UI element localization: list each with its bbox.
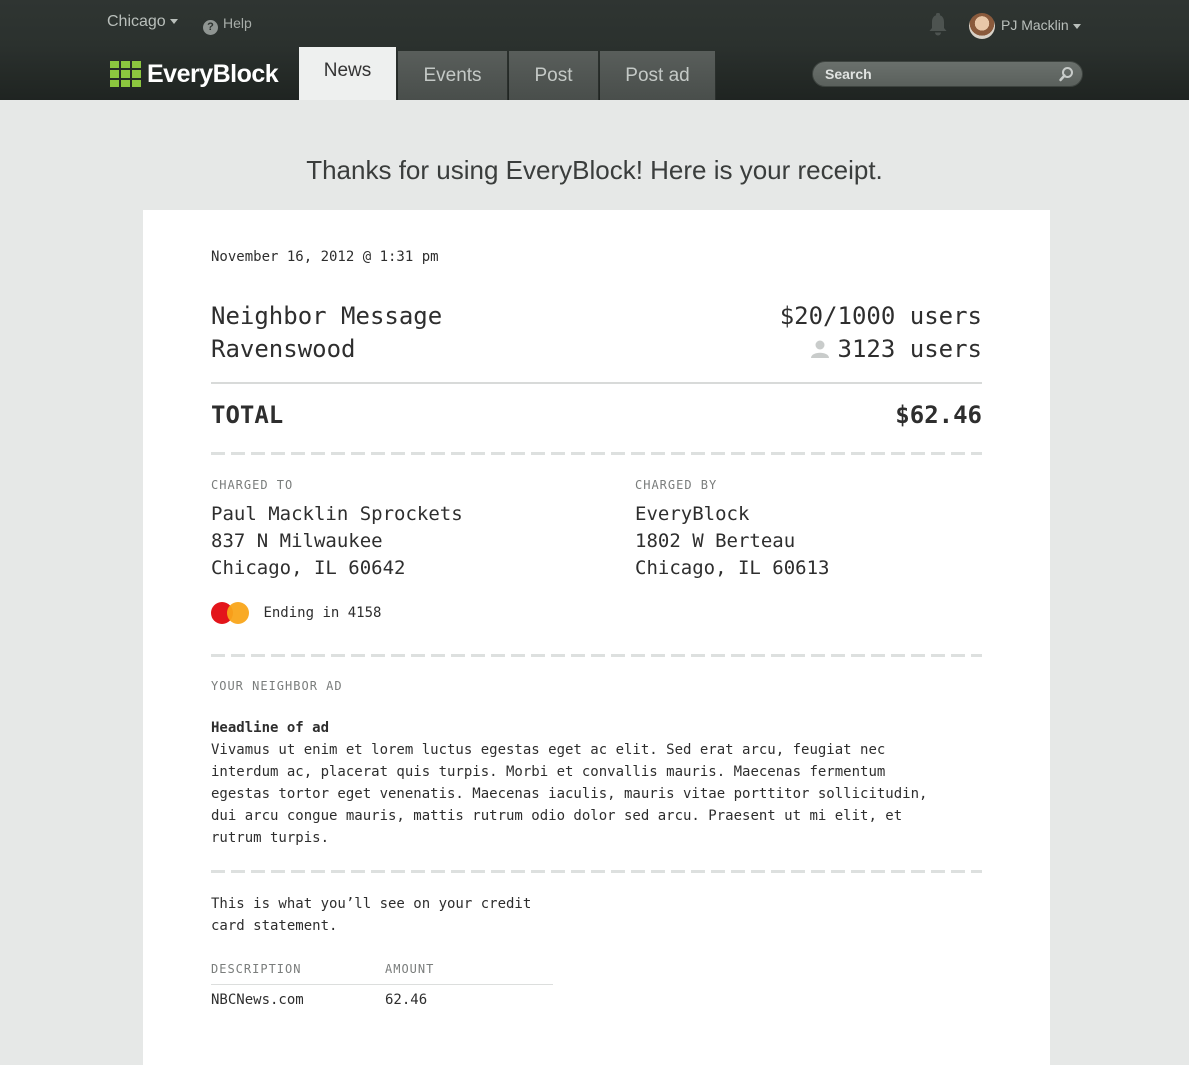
table-header-divider xyxy=(211,984,553,985)
help-link[interactable]: ? Help xyxy=(203,15,252,35)
charged-to-label: CHARGED TO xyxy=(211,478,294,492)
table-header-description: DESCRIPTION xyxy=(211,962,302,976)
tab-post-ad[interactable]: Post ad xyxy=(600,51,716,100)
charged-by-line: 1802 W Berteau xyxy=(635,530,796,552)
item-name: Neighbor Message xyxy=(211,302,443,330)
ad-body-line: Vivamus ut enim et lorem luctus egestas … xyxy=(211,742,886,758)
card-ending: Ending in 4158 xyxy=(263,605,382,621)
ad-headline: Headline of ad xyxy=(211,720,330,736)
logo-grid-icon xyxy=(110,61,141,87)
mastercard-icon xyxy=(211,601,249,625)
help-icon: ? xyxy=(203,20,218,35)
ad-body-line: dui arcu congue mauris, mattis rutrum od… xyxy=(211,808,903,824)
help-label: Help xyxy=(223,15,252,31)
table-cell-description: NBCNews.com xyxy=(211,992,304,1008)
table-header-amount: AMOUNT xyxy=(385,962,435,976)
users-count: 3123 users xyxy=(837,335,983,363)
receipt-card: November 16, 2012 @ 1:31 pm Neighbor Mes… xyxy=(143,210,1050,1065)
item-rate: $20/1000 users xyxy=(779,302,982,330)
dashed-divider xyxy=(211,452,982,455)
dashed-divider xyxy=(211,654,982,657)
city-label: Chicago xyxy=(107,13,166,30)
divider xyxy=(211,382,982,384)
chevron-down-icon xyxy=(1072,23,1081,29)
ad-body-line: rutrum turpis. xyxy=(211,830,330,846)
user-menu[interactable]: PJ Macklin xyxy=(969,12,1081,40)
ad-body-line: egestas tortor eget venenatis. Maecenas … xyxy=(211,786,928,802)
total-amount: $62.46 xyxy=(895,401,982,429)
everyblock-logo[interactable]: EveryBlock xyxy=(110,60,279,88)
table-cell-amount: 62.46 xyxy=(385,992,428,1008)
neighbor-ad-label: YOUR NEIGHBOR AD xyxy=(211,679,343,693)
city-selector[interactable]: Chicago xyxy=(107,13,178,31)
search-placeholder: Search xyxy=(825,66,872,82)
dashed-divider xyxy=(211,870,982,873)
tab-events[interactable]: Events xyxy=(398,51,508,100)
user-name: PJ Macklin xyxy=(1001,17,1069,33)
search-input[interactable]: Search xyxy=(812,61,1083,87)
item-location: Ravenswood xyxy=(211,335,356,363)
payment-card: Ending in 4158 xyxy=(211,601,381,625)
page-title: Thanks for using EveryBlock! Here is you… xyxy=(306,155,883,185)
tab-post[interactable]: Post xyxy=(509,51,599,100)
statement-note-line: This is what you’ll see on your credit xyxy=(211,896,532,912)
top-navigation-bar: Chicago ? Help PJ Macklin EveryBlock News… xyxy=(0,0,1189,100)
search-icon[interactable] xyxy=(1058,66,1074,82)
charged-to-line: Paul Macklin Sprockets xyxy=(211,503,463,525)
charged-to-line: 837 N Milwaukee xyxy=(211,530,383,552)
tab-news[interactable]: News xyxy=(299,47,397,100)
notification-bell-icon[interactable] xyxy=(927,13,949,37)
total-label: TOTAL xyxy=(211,401,284,429)
avatar xyxy=(969,13,995,40)
charged-by-label: CHARGED BY xyxy=(635,478,718,492)
ad-body-line: interdum ac, placerat quis turpis. Morbi… xyxy=(211,764,886,780)
charged-to-line: Chicago, IL 60642 xyxy=(211,557,406,579)
receipt-date: November 16, 2012 @ 1:31 pm xyxy=(211,249,439,265)
charged-by-line: Chicago, IL 60613 xyxy=(635,557,830,579)
logo-text: EveryBlock xyxy=(147,60,279,88)
chevron-down-icon xyxy=(169,19,178,25)
item-users: 3123 users xyxy=(810,335,983,363)
statement-note-line: card statement. xyxy=(211,918,338,934)
charged-by-line: EveryBlock xyxy=(635,503,750,525)
user-icon xyxy=(810,340,829,358)
